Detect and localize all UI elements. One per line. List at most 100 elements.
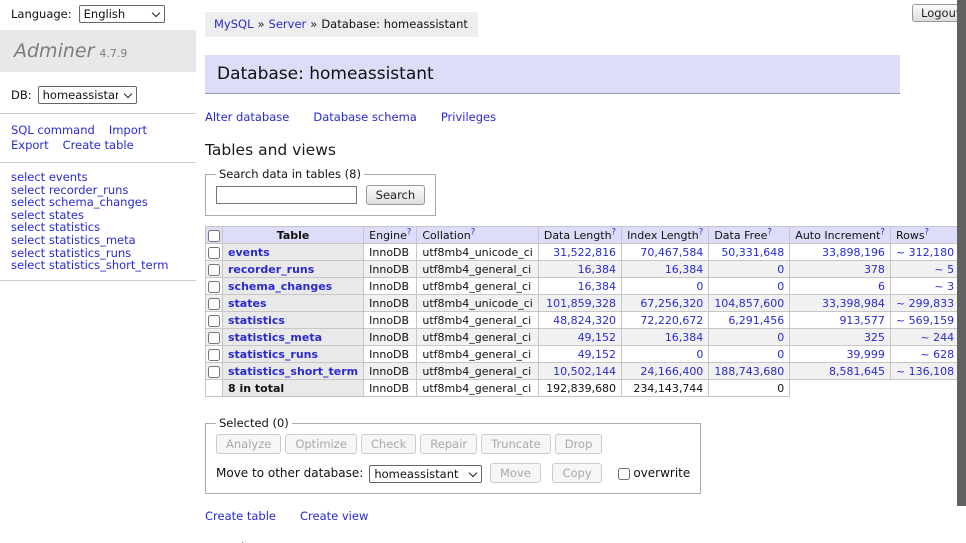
help-link[interactable]: ? — [767, 227, 772, 237]
table-stat-link[interactable]: 72,220,672 — [640, 314, 703, 327]
move-button[interactable]: Move — [490, 463, 541, 483]
drop-button[interactable]: Drop — [555, 434, 603, 454]
table-stat-link[interactable]: 8,581,645 — [829, 365, 885, 378]
adminer-logo-link[interactable]: Adminer — [14, 40, 94, 62]
table-stat-link[interactable]: 16,384 — [665, 331, 704, 344]
row-checkbox[interactable] — [208, 298, 220, 310]
table-stat-cell: 10,502,144 — [538, 363, 621, 380]
table-stat-link[interactable]: 39,999 — [846, 348, 885, 361]
table-stat-link[interactable]: 188,743,680 — [714, 365, 784, 378]
table-stat-link[interactable]: ~ 136,108 — [896, 365, 954, 378]
row-checkbox[interactable] — [208, 247, 220, 259]
table-stat-link[interactable]: 104,857,600 — [714, 297, 784, 310]
table-stat-link[interactable]: 49,152 — [578, 331, 617, 344]
table-stat-link[interactable]: 16,384 — [578, 280, 617, 293]
table-stat-link[interactable]: 10,502,144 — [553, 365, 616, 378]
table-stat-link[interactable]: 6 — [878, 280, 885, 293]
table-stat-link[interactable]: 16,384 — [665, 263, 704, 276]
search-input[interactable] — [216, 186, 357, 204]
create-link[interactable]: Create view — [300, 509, 368, 523]
table-stat-link[interactable]: 16,384 — [578, 263, 617, 276]
table-stat-link[interactable]: ~ 299,833 — [896, 297, 954, 310]
table-stat-link[interactable]: ~ 244 — [920, 331, 954, 344]
table-link[interactable]: statistics — [228, 314, 285, 327]
table-link[interactable]: recorder_runs — [228, 263, 314, 276]
row-checkbox[interactable] — [208, 315, 220, 327]
sidebar-action-link[interactable]: Export — [11, 138, 49, 153]
table-stat-link[interactable]: ~ 569,159 — [896, 314, 954, 327]
table-stat-link[interactable]: 913,577 — [839, 314, 885, 327]
scrollbar-thumb[interactable] — [957, 0, 966, 506]
help-link[interactable]: ? — [699, 227, 704, 237]
table-stat-link[interactable]: 0 — [777, 331, 784, 344]
table-stat-link[interactable]: 0 — [777, 348, 784, 361]
table-link[interactable]: states — [228, 297, 267, 310]
overwrite-checkbox[interactable] — [618, 468, 630, 480]
row-checkbox-cell — [206, 329, 223, 346]
table-stat-link[interactable]: 24,166,400 — [640, 365, 703, 378]
search-button[interactable]: Search — [366, 185, 426, 205]
table-name-cell: states — [223, 295, 364, 312]
table-stat-link[interactable]: 0 — [696, 280, 703, 293]
help-link[interactable]: ? — [880, 227, 885, 237]
table-stat-link[interactable]: ~ 5 — [934, 263, 954, 276]
create-link[interactable]: Create table — [205, 509, 276, 523]
row-checkbox[interactable] — [208, 281, 220, 293]
database-action-link[interactable]: Privileges — [441, 110, 496, 124]
language-select[interactable]: English — [79, 5, 165, 23]
database-action-link[interactable]: Alter database — [205, 110, 289, 124]
analyze-button[interactable]: Analyze — [216, 434, 281, 454]
sidebar-action-link[interactable]: Import — [109, 123, 147, 138]
table-stat-link[interactable]: 31,522,816 — [553, 246, 616, 259]
table-stat-link[interactable]: ~ 312,180 — [896, 246, 954, 259]
optimize-button[interactable]: Optimize — [285, 434, 357, 454]
check-button[interactable]: Check — [361, 434, 416, 454]
table-stat-link[interactable]: 0 — [696, 348, 703, 361]
help-link[interactable]: ? — [612, 227, 617, 237]
scrollbar-track[interactable] — [957, 0, 966, 543]
help-link[interactable]: ? — [925, 227, 930, 237]
table-stat-link[interactable]: ~ 3 — [934, 280, 954, 293]
table-stat-link[interactable]: 50,331,648 — [721, 246, 784, 259]
move-database-select[interactable]: homeassistant — [369, 465, 482, 483]
table-stat-link[interactable]: 6,291,456 — [728, 314, 784, 327]
help-link[interactable]: ? — [471, 227, 476, 237]
table-link[interactable]: statistics_meta — [228, 331, 322, 344]
help-link[interactable]: ? — [407, 227, 412, 237]
select-all-checkbox[interactable] — [208, 230, 220, 242]
table-stat-link[interactable]: 0 — [777, 280, 784, 293]
breadcrumb-link-server[interactable]: Server — [269, 17, 307, 31]
table-link[interactable]: schema_changes — [228, 280, 332, 293]
table-stat-link[interactable]: 49,152 — [578, 348, 617, 361]
table-stat-link[interactable]: 48,824,320 — [553, 314, 616, 327]
table-stat-link[interactable]: 378 — [864, 263, 885, 276]
sidebar-action-link[interactable]: Create table — [63, 138, 134, 153]
row-checkbox[interactable] — [208, 366, 220, 378]
table-stat-link[interactable]: ~ 628 — [920, 348, 954, 361]
row-checkbox[interactable] — [208, 349, 220, 361]
engine-cell: InnoDB — [364, 295, 417, 312]
collation-cell: utf8mb4_general_ci — [417, 278, 538, 295]
row-checkbox[interactable] — [208, 332, 220, 344]
table-stat-link[interactable]: 67,256,320 — [640, 297, 703, 310]
table-stat-link[interactable]: 33,398,984 — [822, 297, 885, 310]
table-stat-link[interactable]: 101,859,328 — [546, 297, 616, 310]
breadcrumb-link-mysql[interactable]: MySQL — [214, 17, 254, 31]
db-select[interactable]: homeassistant — [38, 86, 137, 104]
table-link[interactable]: statistics_runs — [228, 348, 318, 361]
repair-button[interactable]: Repair — [420, 434, 477, 454]
table-stat-link[interactable]: 70,467,584 — [640, 246, 703, 259]
table-stat-cell: 33,398,984 — [790, 295, 891, 312]
sidebar-action-link[interactable]: SQL command — [11, 123, 95, 138]
copy-button[interactable]: Copy — [552, 463, 601, 483]
table-link[interactable]: events — [228, 246, 270, 259]
table-stat-link[interactable]: 0 — [777, 263, 784, 276]
sidebar-select-link[interactable]: select statistics_short_term — [11, 258, 168, 272]
database-action-link[interactable]: Database schema — [313, 110, 416, 124]
truncate-button[interactable]: Truncate — [481, 434, 551, 454]
table-link[interactable]: statistics_short_term — [228, 365, 358, 378]
table-stat-link[interactable]: 33,898,196 — [822, 246, 885, 259]
table-stat-link[interactable]: 325 — [864, 331, 885, 344]
row-checkbox[interactable] — [208, 264, 220, 276]
table-stat-cell: 325 — [790, 329, 891, 346]
